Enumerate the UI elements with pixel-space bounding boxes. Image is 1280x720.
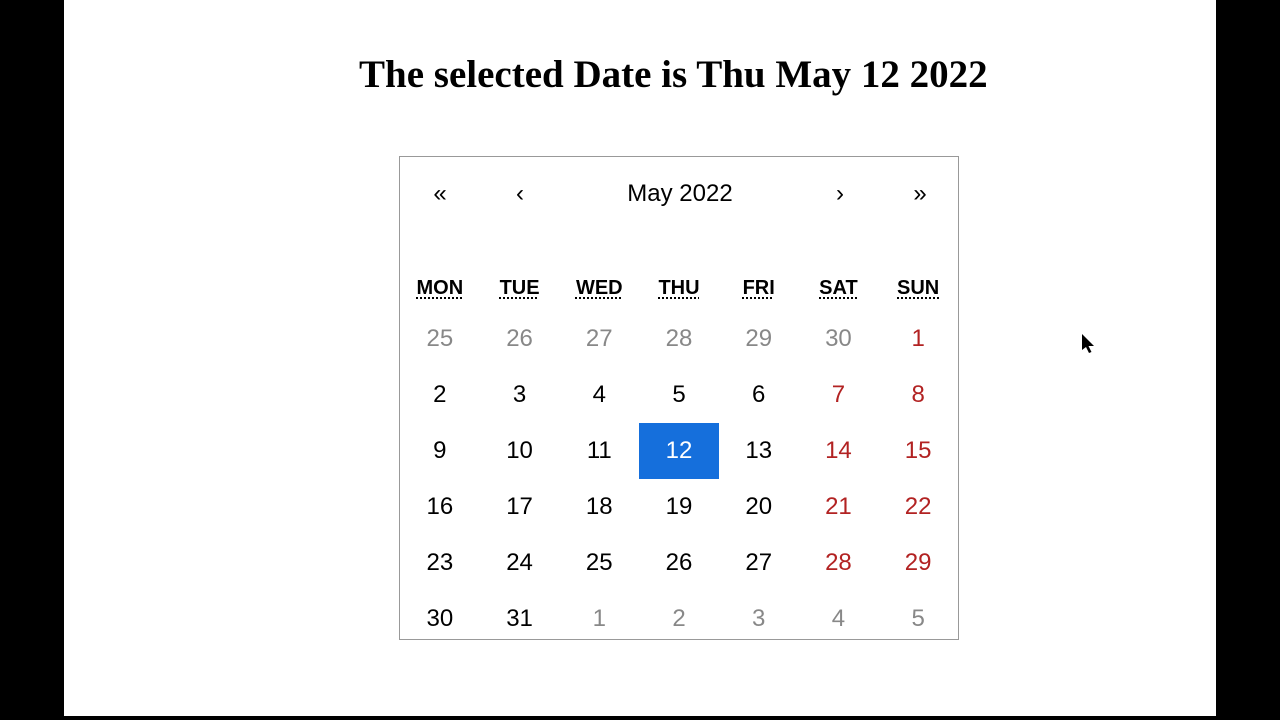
month-label[interactable]: May 2022 (560, 180, 800, 208)
calendar-day[interactable]: 6 (719, 367, 799, 423)
calendar-day[interactable]: 2 (400, 367, 480, 423)
calendar-day[interactable]: 27 (719, 535, 799, 591)
calendar-day[interactable]: 24 (480, 535, 560, 591)
calendar-day[interactable]: 3 (719, 591, 799, 647)
calendar-day[interactable]: 8 (878, 367, 958, 423)
calendar-day[interactable]: 26 (480, 311, 560, 367)
calendar-day[interactable]: 30 (400, 591, 480, 647)
calendar-day[interactable]: 28 (799, 535, 879, 591)
page-content: The selected Date is Thu May 12 2022 « ‹… (64, 0, 1216, 716)
calendar-day[interactable]: 26 (639, 535, 719, 591)
calendar-nav-row: « ‹ May 2022 › » (400, 157, 958, 231)
weekday-header: MON (400, 277, 480, 300)
calendar-days-grid: 2526272829301234567891011121314151617181… (400, 311, 958, 647)
calendar-day[interactable]: 1 (559, 591, 639, 647)
selected-date-title: The selected Date is Thu May 12 2022 (359, 52, 1216, 97)
weekday-header: THU (639, 277, 719, 300)
weekday-header: WED (559, 277, 639, 300)
prev-month-button[interactable]: ‹ (480, 180, 560, 208)
calendar-day[interactable]: 3 (480, 367, 560, 423)
calendar-day[interactable]: 25 (400, 311, 480, 367)
calendar-day[interactable]: 29 (719, 311, 799, 367)
calendar-day[interactable]: 21 (799, 479, 879, 535)
prev-year-button[interactable]: « (400, 180, 480, 208)
weekday-header: SAT (799, 277, 879, 300)
calendar-day[interactable]: 2 (639, 591, 719, 647)
calendar-day[interactable]: 28 (639, 311, 719, 367)
calendar-day[interactable]: 5 (639, 367, 719, 423)
calendar-day[interactable]: 29 (878, 535, 958, 591)
calendar-day[interactable]: 25 (559, 535, 639, 591)
calendar-day[interactable]: 12 (639, 423, 719, 479)
calendar-day[interactable]: 20 (719, 479, 799, 535)
calendar-day[interactable]: 13 (719, 423, 799, 479)
calendar-day[interactable]: 31 (480, 591, 560, 647)
calendar-day[interactable]: 15 (878, 423, 958, 479)
weekday-header-row: MONTUEWEDTHUFRISATSUN (400, 265, 958, 311)
calendar-day[interactable]: 22 (878, 479, 958, 535)
calendar-day[interactable]: 19 (639, 479, 719, 535)
calendar-day[interactable]: 16 (400, 479, 480, 535)
calendar-day[interactable]: 9 (400, 423, 480, 479)
calendar-day[interactable]: 7 (799, 367, 879, 423)
calendar-day[interactable]: 4 (559, 367, 639, 423)
calendar-day[interactable]: 11 (559, 423, 639, 479)
calendar-day[interactable]: 4 (799, 591, 879, 647)
calendar-day[interactable]: 27 (559, 311, 639, 367)
calendar-day[interactable]: 14 (799, 423, 879, 479)
weekday-header: SUN (878, 277, 958, 300)
calendar-day[interactable]: 18 (559, 479, 639, 535)
calendar-day[interactable]: 23 (400, 535, 480, 591)
calendar-widget: « ‹ May 2022 › » MONTUEWEDTHUFRISATSUN 2… (399, 156, 959, 640)
calendar-day[interactable]: 1 (878, 311, 958, 367)
calendar-day[interactable]: 10 (480, 423, 560, 479)
next-month-button[interactable]: › (800, 180, 880, 208)
calendar-day[interactable]: 5 (878, 591, 958, 647)
calendar-day[interactable]: 17 (480, 479, 560, 535)
weekday-header: TUE (480, 277, 560, 300)
next-year-button[interactable]: » (880, 180, 960, 208)
calendar-day[interactable]: 30 (799, 311, 879, 367)
weekday-header: FRI (719, 277, 799, 300)
